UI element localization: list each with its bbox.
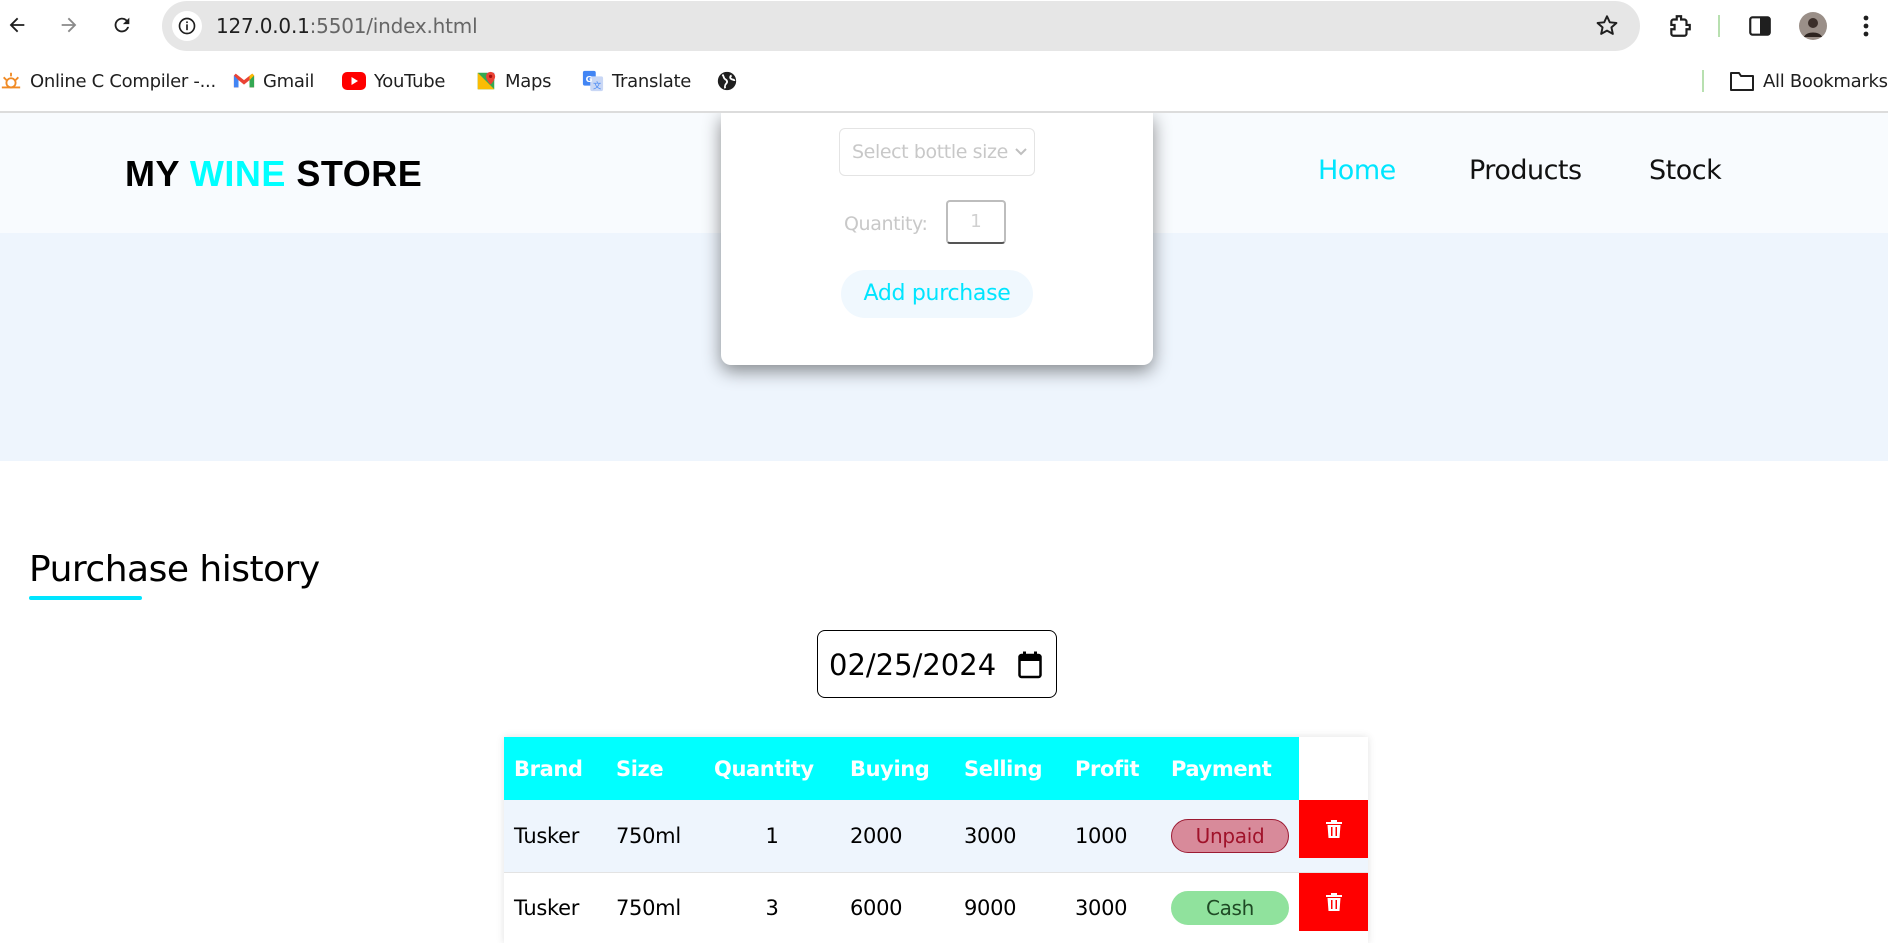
- bookmark-star-icon[interactable]: [1594, 13, 1620, 39]
- side-panel-icon[interactable]: [1744, 10, 1776, 42]
- cell-buying: 6000: [840, 871, 954, 943]
- cell-brand: Tusker: [504, 800, 606, 872]
- reload-button[interactable]: [105, 8, 139, 42]
- cell-selling: 3000: [954, 800, 1065, 872]
- site-info-icon[interactable]: [172, 11, 202, 41]
- add-purchase-modal: Select bottle size Quantity: 1 Add purch…: [721, 113, 1153, 365]
- back-arrow-icon: [9, 17, 25, 33]
- cell-size: 750ml: [606, 800, 704, 872]
- bottle-size-select[interactable]: Select bottle size: [839, 128, 1035, 176]
- nav-products[interactable]: Products: [1469, 155, 1582, 186]
- bookmark-youtube[interactable]: YouTube: [342, 60, 445, 102]
- toolbar-separator: [1718, 15, 1720, 37]
- compiler-icon: [1, 72, 21, 89]
- bookmark-globe[interactable]: [716, 60, 738, 102]
- bookmark-maps[interactable]: Maps: [475, 60, 551, 102]
- quantity-input[interactable]: 1: [946, 200, 1006, 244]
- payment-status-badge[interactable]: Cash: [1171, 891, 1289, 926]
- col-size: Size: [606, 737, 704, 800]
- calendar-icon[interactable]: [1018, 651, 1042, 679]
- purchase-history-table: Brand Size Quantity Buying Selling Profi…: [504, 737, 1368, 943]
- site-logo[interactable]: MY WINE STORE: [125, 153, 422, 195]
- nav-home[interactable]: Home: [1318, 155, 1396, 186]
- bookmarks-bar: Online C Compiler -... Gmail YouTube Map…: [0, 60, 1888, 102]
- cell-profit: 1000: [1065, 800, 1161, 872]
- payment-status-badge[interactable]: Unpaid: [1171, 818, 1289, 853]
- cell-payment: Cash: [1161, 871, 1299, 943]
- svg-text:G: G: [586, 74, 593, 84]
- cell-actions: [1299, 800, 1368, 872]
- forward-button[interactable]: [52, 8, 86, 42]
- cell-brand: Tusker: [504, 871, 606, 943]
- col-brand: Brand: [504, 737, 606, 800]
- url-text[interactable]: 127.0.0.1:5501/index.html: [216, 1, 478, 51]
- cell-quantity: 1: [704, 800, 840, 872]
- cell-payment: Unpaid: [1161, 800, 1299, 872]
- profile-avatar[interactable]: [1797, 10, 1829, 42]
- youtube-icon: [342, 72, 366, 90]
- col-payment: Payment: [1161, 737, 1299, 800]
- folder-icon: [1730, 72, 1754, 91]
- bookmark-online-c-compiler[interactable]: Online C Compiler -...: [0, 60, 216, 102]
- col-profit: Profit: [1065, 737, 1161, 800]
- col-buying: Buying: [840, 737, 954, 800]
- cell-buying: 2000: [840, 800, 954, 872]
- gmail-icon: [233, 73, 255, 88]
- delete-button[interactable]: [1299, 800, 1368, 858]
- reload-icon: [114, 17, 130, 33]
- trash-icon: [1325, 820, 1342, 838]
- menu-kebab-icon[interactable]: [1850, 10, 1882, 42]
- trash-icon: [1325, 892, 1342, 911]
- col-quantity: Quantity: [704, 737, 840, 800]
- quantity-label: Quantity:: [844, 213, 928, 235]
- forward-arrow-icon: [61, 17, 77, 33]
- cell-quantity: 3: [704, 871, 840, 943]
- cell-selling: 9000: [954, 871, 1065, 943]
- delete-button[interactable]: [1299, 872, 1368, 931]
- title-underline: [29, 596, 142, 600]
- col-selling: Selling: [954, 737, 1065, 800]
- extensions-icon[interactable]: [1664, 10, 1696, 42]
- table-row: Tusker 750ml 1 2000 3000 1000 Unpaid: [504, 800, 1368, 872]
- back-button[interactable]: [0, 8, 34, 42]
- table-row: Tusker 750ml 3 6000 9000 3000 Cash: [504, 871, 1368, 943]
- bookmark-gmail[interactable]: Gmail: [233, 60, 314, 102]
- cell-size: 750ml: [606, 871, 704, 943]
- purchase-history-title: Purchase history: [29, 549, 320, 590]
- date-value: 02/25/2024: [829, 648, 997, 682]
- cell-actions: [1299, 871, 1368, 943]
- address-bar[interactable]: 127.0.0.1:5501/index.html: [162, 1, 1640, 51]
- add-purchase-button[interactable]: Add purchase: [841, 270, 1033, 318]
- maps-icon: [477, 71, 496, 90]
- bookmark-translate[interactable]: G文 Translate: [582, 60, 691, 102]
- all-bookmarks-button[interactable]: All Bookmarks: [1729, 60, 1888, 102]
- translate-icon: G文: [582, 70, 604, 92]
- col-actions: [1299, 737, 1368, 800]
- cell-profit: 3000: [1065, 871, 1161, 943]
- svg-text:文: 文: [593, 80, 601, 90]
- bookmarks-separator: [1702, 70, 1704, 92]
- nav-stock[interactable]: Stock: [1649, 155, 1722, 186]
- browser-toolbar: 127.0.0.1:5501/index.html: [0, 0, 1888, 52]
- chevron-down-icon: [1014, 129, 1028, 193]
- globe-icon: [717, 71, 737, 91]
- page-content: MY WINE STORE Home Products Stock Select…: [0, 113, 1888, 943]
- date-picker-input[interactable]: 02/25/2024: [817, 630, 1057, 698]
